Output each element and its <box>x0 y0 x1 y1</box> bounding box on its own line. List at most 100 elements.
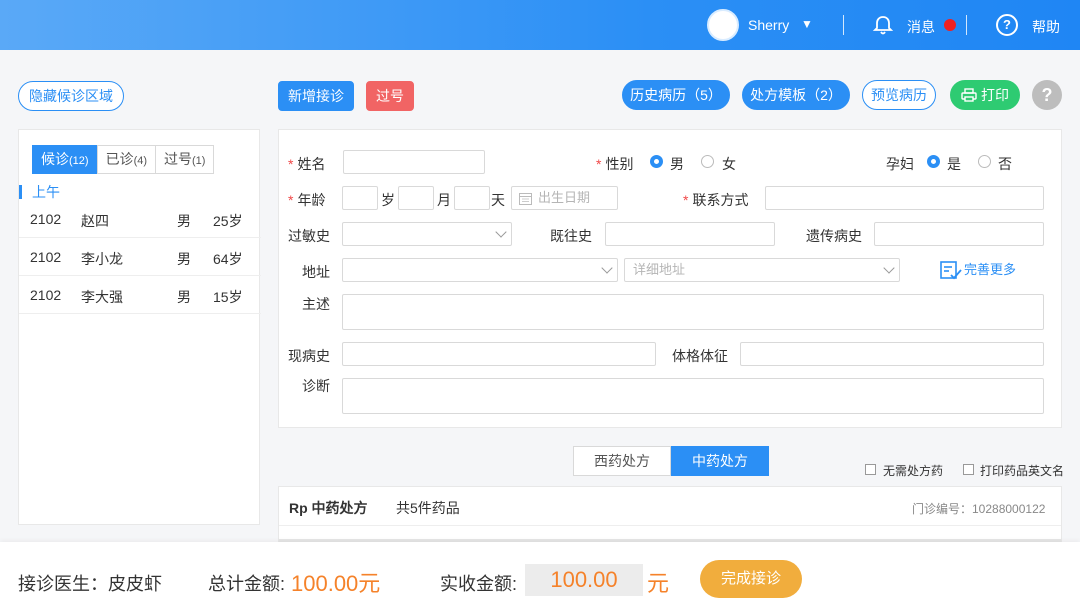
diagnosis-input[interactable] <box>342 378 1044 414</box>
patient-name: 李小龙 <box>81 251 123 267</box>
calendar-icon <box>519 193 532 205</box>
patient-id: 2102 <box>30 211 62 227</box>
age-label: * 年龄 <box>288 192 326 208</box>
chevron-down-icon <box>883 262 895 274</box>
unread-dot <box>944 19 956 31</box>
rx-count: 共5件药品 <box>396 500 460 516</box>
edit-list-icon <box>940 261 962 280</box>
diagnosis-label: 诊断 <box>302 378 330 394</box>
skip-button[interactable]: 过号 <box>366 81 414 111</box>
received-label: 实收金额: <box>440 574 518 594</box>
present-illness-input[interactable] <box>342 342 656 366</box>
divider <box>843 15 844 35</box>
print-english-checkbox[interactable] <box>963 464 974 475</box>
print-button[interactable]: 打印 <box>950 80 1020 110</box>
doctor-label: 接诊医生：皮皮虾 <box>18 574 162 594</box>
received-amount-input[interactable]: 100.00 <box>525 564 643 596</box>
months-unit: 月 <box>437 192 451 208</box>
period-label: 上午 <box>19 185 60 199</box>
tab-skipped[interactable]: 过号(1) <box>155 145 215 174</box>
birth-date-input[interactable]: 出生日期 <box>511 186 618 210</box>
patient-row[interactable]: 2102 赵四 男 25岁 <box>19 200 261 238</box>
user-name[interactable]: Sherry <box>748 17 789 33</box>
past-history-label: 既往史 <box>550 228 592 244</box>
chief-complaint-input[interactable] <box>342 294 1044 330</box>
age-months-input[interactable] <box>398 186 434 210</box>
new-visit-button[interactable]: 新增接诊 <box>278 81 354 111</box>
footer-bar: 接诊医生：皮皮虾 总计金额: 100.00元 实收金额: 100.00 元 完成… <box>0 542 1080 616</box>
physical-signs-input[interactable] <box>740 342 1044 366</box>
address-detail-placeholder: 详细地址 <box>633 262 686 277</box>
tab-waiting[interactable]: 候诊(12) <box>32 145 98 174</box>
clinic-number: 门诊编号：10288000122 <box>912 502 1046 516</box>
birth-date-placeholder: 出生日期 <box>538 190 591 205</box>
address-detail-select[interactable]: 详细地址 <box>624 258 900 282</box>
years-unit: 岁 <box>381 192 395 208</box>
total-amount: 100.00元 <box>291 571 381 596</box>
patient-id: 2102 <box>30 249 62 265</box>
name-input[interactable] <box>343 150 485 174</box>
total-label: 总计金额: <box>208 574 286 594</box>
allergy-select[interactable] <box>342 222 512 246</box>
genetic-history-input[interactable] <box>874 222 1044 246</box>
age-years-input[interactable] <box>342 186 378 210</box>
history-records-button[interactable]: 历史病历（5） <box>622 80 730 110</box>
printer-icon <box>961 88 977 102</box>
rx-title: Rp 中药处方 <box>289 500 368 516</box>
chevron-down-icon <box>495 226 507 238</box>
help-link[interactable]: 帮助 <box>1032 17 1060 37</box>
messages-link[interactable]: 消息 <box>907 17 935 37</box>
patient-id: 2102 <box>30 287 62 303</box>
chevron-down-icon <box>601 262 613 274</box>
contact-label: * 联系方式 <box>683 192 749 208</box>
patient-sex: 男 <box>177 289 191 305</box>
patient-row[interactable]: 2102 李大强 男 15岁 <box>19 276 261 314</box>
age-days-input[interactable] <box>454 186 490 210</box>
divider <box>966 15 967 35</box>
patient-row[interactable]: 2102 李小龙 男 64岁 <box>19 238 261 276</box>
patient-sex: 男 <box>177 213 191 229</box>
contact-input[interactable] <box>765 186 1044 210</box>
prescription-template-button[interactable]: 处方模板（2） <box>742 80 850 110</box>
female-radio[interactable] <box>701 155 714 168</box>
waiting-panel: 候诊(12) 已诊(4) 过号(1) 上午 2102 赵四 男 25岁 2102… <box>18 129 261 525</box>
patient-name: 赵四 <box>81 213 109 229</box>
print-label: 打印 <box>981 87 1009 103</box>
avatar[interactable] <box>707 9 739 41</box>
patient-age: 64岁 <box>213 251 243 267</box>
no-rx-checkbox[interactable] <box>865 464 876 475</box>
hide-waiting-button[interactable]: 隐藏候诊区域 <box>18 81 124 111</box>
tab-chinese-rx[interactable]: 中药处方 <box>671 446 769 476</box>
complete-more-link[interactable]: 完善更多 <box>940 259 1016 280</box>
physical-signs-label: 体格体征 <box>672 348 728 364</box>
patient-name: 李大强 <box>81 289 123 305</box>
male-radio[interactable] <box>650 155 663 168</box>
pregnant-no-radio[interactable] <box>978 155 991 168</box>
queue-tabs: 候诊(12) 已诊(4) 过号(1) <box>32 145 215 174</box>
address-select[interactable] <box>342 258 618 282</box>
patient-age: 15岁 <box>213 289 243 305</box>
pregnant-label: 孕妇 <box>886 156 914 172</box>
genetic-history-label: 遗传病史 <box>806 228 862 244</box>
name-label: * 姓名 <box>288 156 326 172</box>
female-label: 女 <box>722 156 736 172</box>
patient-sex: 男 <box>177 251 191 267</box>
patient-age: 25岁 <box>213 213 243 229</box>
prescription-tabs: 西药处方 中药处方 <box>573 446 769 476</box>
finish-visit-button[interactable]: 完成接诊 <box>700 560 802 598</box>
past-history-input[interactable] <box>605 222 775 246</box>
allergy-label: 过敏史 <box>288 228 330 244</box>
bell-icon[interactable] <box>872 14 894 36</box>
chief-complaint-label: 主述 <box>302 296 330 312</box>
tab-western-rx[interactable]: 西药处方 <box>573 446 671 476</box>
yes-label: 是 <box>947 156 961 172</box>
divider <box>279 525 1061 526</box>
question-icon[interactable]: ? <box>1032 80 1062 110</box>
pregnant-yes-radio[interactable] <box>927 155 940 168</box>
chevron-down-icon[interactable]: ▼ <box>801 17 813 31</box>
tab-done[interactable]: 已诊(4) <box>96 145 157 174</box>
preview-record-button[interactable]: 预览病历 <box>862 80 936 110</box>
print-english-label: 打印药品英文名 <box>980 464 1065 478</box>
male-label: 男 <box>670 156 684 172</box>
help-icon[interactable]: ? <box>996 14 1018 36</box>
